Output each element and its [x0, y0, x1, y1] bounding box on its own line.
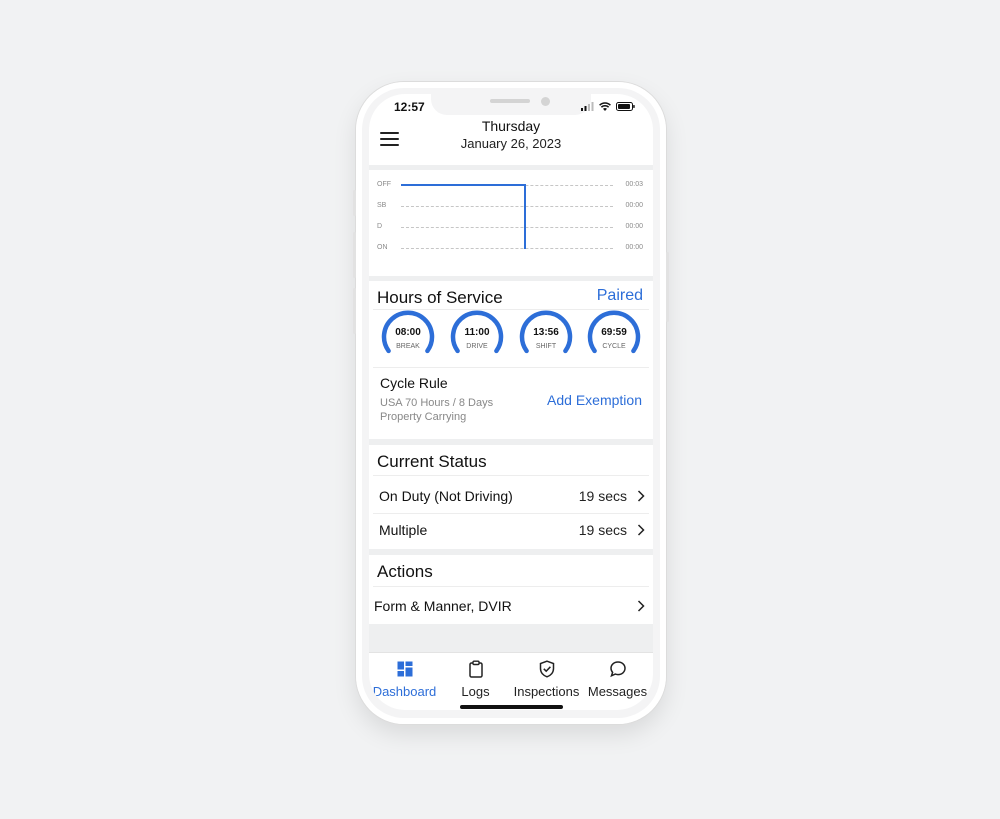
status-row-duration: 19 secs [578, 488, 627, 504]
gauge-cycle-label: CYCLE [602, 343, 626, 350]
divider [373, 586, 649, 587]
graph-gridline [401, 248, 613, 249]
gauge-break[interactable]: 08:00 BREAK [381, 310, 435, 358]
app-screen: 12:57 Thursday January 26, 2023 OFF SB D… [369, 94, 653, 710]
gauge-shift[interactable]: 13:56 SHIFT [519, 310, 573, 358]
duty-status-graph: OFF SB D ON 00:03 00:00 00:00 00:00 [369, 170, 653, 276]
gauge-cycle-value: 69:59 [601, 327, 627, 338]
battery-icon [616, 102, 635, 111]
clipboard-icon [469, 660, 483, 678]
gauge-break-value: 08:00 [395, 327, 421, 338]
status-row-multiple[interactable]: Multiple 19 secs [369, 513, 653, 546]
action-row-form-manner-dvir[interactable]: Form & Manner, DVIR [369, 589, 653, 622]
gauge-drive[interactable]: 11:00 DRIVE [450, 310, 504, 358]
phone-power-button [666, 252, 669, 322]
wifi-icon [599, 102, 611, 111]
divider [373, 367, 649, 368]
gauge-shift-label: SHIFT [535, 343, 557, 350]
tab-label: Dashboard [372, 684, 437, 699]
hours-of-service-title: Hours of Service [377, 288, 503, 307]
dashboard-icon [397, 661, 413, 677]
graph-gridline [401, 227, 613, 228]
shield-check-icon [539, 660, 555, 678]
header-date: January 26, 2023 [460, 136, 562, 151]
hours-of-service-card: Hours of Service Paired 08:00 BREAK 11:0… [369, 281, 653, 439]
actions-card: Actions Form & Manner, DVIR [369, 555, 653, 624]
phone-frame: 12:57 Thursday January 26, 2023 OFF SB D… [353, 82, 669, 724]
phone-side-button [353, 190, 356, 216]
tab-label: Inspections [513, 684, 580, 699]
graph-row-total-on: 00:00 [625, 244, 643, 251]
cycle-rule-title: Cycle Rule [380, 375, 448, 391]
home-indicator[interactable] [460, 705, 563, 709]
graph-row-total-sb: 00:00 [625, 202, 643, 209]
cycle-rule-carrier-type: Property Carrying [380, 411, 467, 423]
speaker-grille [490, 99, 530, 103]
gauge-drive-value: 11:00 [464, 327, 490, 338]
divider [373, 475, 649, 476]
tab-label: Messages [587, 684, 648, 699]
tab-label: Logs [461, 684, 490, 699]
chat-bubble-icon [610, 661, 626, 678]
phone-volume-down-button [353, 288, 356, 334]
graph-row-label-d: D [377, 223, 383, 230]
tab-inspections[interactable]: Inspections [511, 653, 582, 705]
chevron-right-icon [637, 490, 645, 502]
graph-row-label-on: ON [377, 244, 388, 251]
graph-status-line-transition [524, 184, 526, 249]
status-row-duration: 19 secs [578, 522, 627, 538]
notch [431, 94, 591, 115]
status-row-on-duty[interactable]: On Duty (Not Driving) 19 secs [369, 479, 653, 512]
graph-gridline [401, 206, 613, 207]
status-time: 12:57 [394, 100, 425, 114]
tab-dashboard[interactable]: Dashboard [369, 653, 440, 705]
actions-title: Actions [377, 562, 433, 581]
paired-link[interactable]: Paired [597, 287, 643, 305]
bottom-tab-bar: Dashboard Logs Inspections Messages [369, 652, 653, 710]
status-row-label: On Duty (Not Driving) [379, 488, 513, 504]
status-row-label: Multiple [379, 522, 428, 538]
status-icons [581, 102, 635, 111]
front-camera [541, 97, 550, 106]
graph-row-total-off: 00:03 [625, 181, 643, 188]
app-header: Thursday January 26, 2023 [369, 118, 653, 165]
graph-row-label-off: OFF [377, 181, 391, 188]
header-day: Thursday [481, 118, 541, 134]
chevron-right-icon [637, 600, 645, 612]
current-status-title: Current Status [377, 452, 487, 471]
gauge-cycle[interactable]: 69:59 CYCLE [587, 310, 641, 358]
graph-status-line-off [401, 184, 525, 186]
graph-row-total-d: 00:00 [625, 223, 643, 230]
gauge-drive-label: DRIVE [466, 343, 488, 350]
current-status-card: Current Status On Duty (Not Driving) 19 … [369, 445, 653, 549]
action-row-label: Form & Manner, DVIR [374, 598, 512, 614]
gauge-shift-value: 13:56 [533, 327, 559, 338]
graph-row-label-sb: SB [377, 202, 387, 209]
add-exemption-link[interactable]: Add Exemption [547, 392, 642, 408]
gauge-break-label: BREAK [396, 343, 420, 350]
cycle-rule-description: USA 70 Hours / 8 Days [380, 397, 494, 409]
tab-logs[interactable]: Logs [440, 653, 511, 705]
tab-messages[interactable]: Messages [582, 653, 653, 705]
signal-icon [581, 102, 594, 111]
phone-volume-up-button [353, 232, 356, 278]
chevron-right-icon [637, 524, 645, 536]
